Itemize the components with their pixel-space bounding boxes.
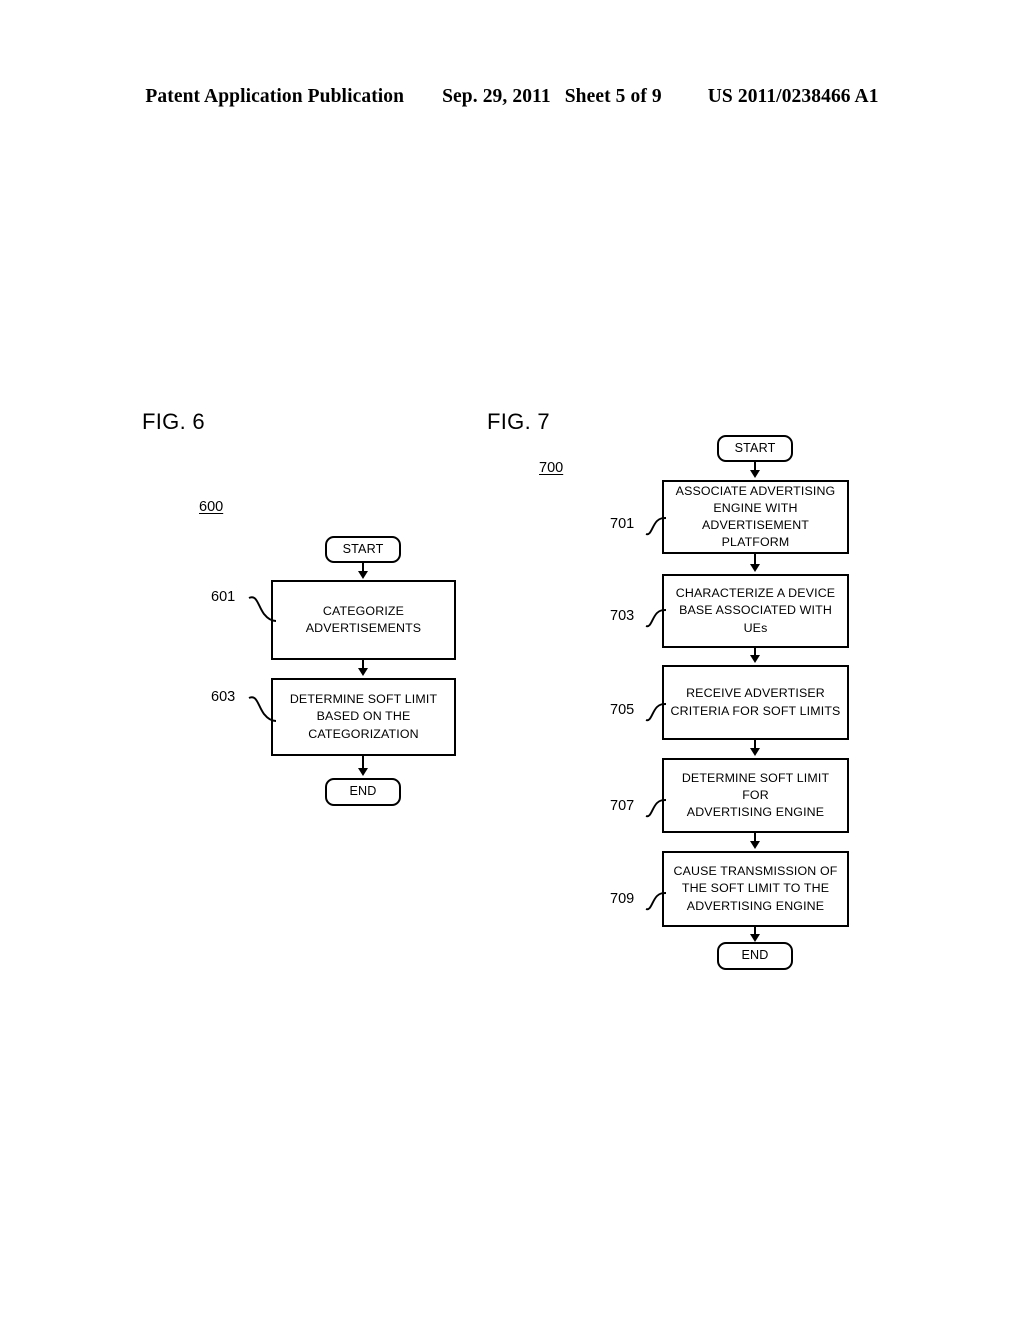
fig7-step-707-node: DETERMINE SOFT LIMIT FOR ADVERTISING ENGI… xyxy=(662,758,849,833)
fig7-step-709-label: CAUSE TRANSMISSION OF THE SOFT LIMIT TO T… xyxy=(673,864,838,913)
fig6-leader-601 xyxy=(248,596,277,622)
fig7-leader-707 xyxy=(645,799,667,818)
fig7-arrowhead-701-to-703 xyxy=(750,564,760,572)
figure-7-reference-number: 700 xyxy=(539,460,564,476)
header-sheet-label: Sheet 5 of 9 xyxy=(564,86,662,107)
figure-6-reference-number: 600 xyxy=(199,499,224,515)
fig6-start-label: START xyxy=(342,541,384,556)
fig7-leader-705 xyxy=(645,703,667,722)
header-patent-number: US 2011/0238466 A1 xyxy=(707,86,879,107)
fig7-start-node: START xyxy=(717,435,793,462)
fig7-leader-703 xyxy=(645,609,667,628)
fig6-end-node: END xyxy=(325,778,401,806)
fig7-callout-701: 701 xyxy=(610,516,635,532)
fig7-step-701-node: ASSOCIATE ADVERTISING ENGINE WITH ADVERTIS… xyxy=(662,480,849,554)
publication-header: Patent Application Publication Sep. 29, … xyxy=(0,86,1024,112)
fig7-start-label: START xyxy=(734,440,776,455)
fig7-leader-701 xyxy=(645,517,667,536)
fig6-step-601-label: CATEGORIZE ADVERTISEMENTS xyxy=(305,603,422,635)
fig6-callout-603: 603 xyxy=(211,689,236,705)
fig7-end-label: END xyxy=(741,948,769,963)
fig7-step-703-node: CHARACTERIZE A DEVICE BASE ASSOCIATED WIT… xyxy=(662,574,849,648)
fig7-callout-707: 707 xyxy=(610,798,635,814)
fig6-start-node: START xyxy=(325,536,401,563)
fig6-step-603-label: DETERMINE SOFT LIMIT BASED ON THE CATEGORI… xyxy=(289,692,438,741)
header-publication-label: Patent Application Publication xyxy=(145,86,405,107)
fig7-step-701-label: ASSOCIATE ADVERTISING ENGINE WITH ADVERTIS… xyxy=(675,483,836,550)
fig7-arrowhead-start-to-701 xyxy=(750,470,760,478)
fig6-step-603-node: DETERMINE SOFT LIMIT BASED ON THE CATEGORI… xyxy=(271,678,456,756)
fig6-arrowhead-601-to-603 xyxy=(358,668,368,676)
figure-6-label: FIG. 6 xyxy=(142,409,205,434)
fig7-step-707-label: DETERMINE SOFT LIMIT FOR ADVERTISING ENGI… xyxy=(681,770,830,820)
fig6-leader-603 xyxy=(248,696,277,722)
fig7-step-703-label: CHARACTERIZE A DEVICE BASE ASSOCIATED WIT… xyxy=(675,586,836,635)
fig7-arrowhead-705-to-707 xyxy=(750,748,760,756)
fig7-step-705-node: RECEIVE ADVERTISER CRITERIA FOR SOFT LIMI… xyxy=(662,665,849,740)
fig7-callout-703: 703 xyxy=(610,608,635,624)
fig7-arrowhead-709-to-end xyxy=(750,934,760,942)
fig7-step-709-node: CAUSE TRANSMISSION OF THE SOFT LIMIT TO T… xyxy=(662,851,849,927)
fig7-callout-705: 705 xyxy=(610,702,635,718)
fig6-end-label: END xyxy=(349,784,377,799)
fig7-leader-709 xyxy=(645,892,667,911)
fig7-callout-709: 709 xyxy=(610,891,635,907)
fig7-arrowhead-703-to-705 xyxy=(750,655,760,663)
fig7-end-node: END xyxy=(717,942,793,970)
fig6-step-601-node: CATEGORIZE ADVERTISEMENTS xyxy=(271,580,456,660)
fig6-callout-601: 601 xyxy=(211,589,236,605)
figure-7-label: FIG. 7 xyxy=(487,409,550,434)
fig6-arrowhead-start-to-601 xyxy=(358,571,368,579)
header-date-label: Sep. 29, 2011 xyxy=(442,86,551,107)
fig6-arrowhead-603-to-end xyxy=(358,768,368,776)
fig7-arrowhead-707-to-709 xyxy=(750,841,760,849)
fig7-step-705-label: RECEIVE ADVERTISER CRITERIA FOR SOFT LIMI… xyxy=(670,686,841,718)
